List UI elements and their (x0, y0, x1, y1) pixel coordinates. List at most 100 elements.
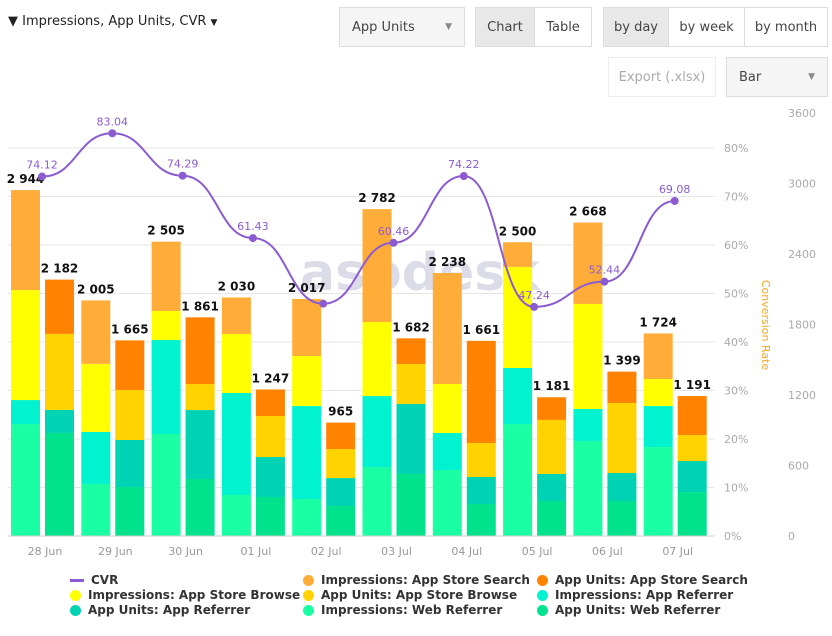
legend-item[interactable]: App Units: App Store Browse (303, 588, 517, 602)
bar-segment (362, 396, 392, 468)
bar-segment (503, 367, 533, 425)
bar-segment (466, 443, 496, 478)
bar-total-label: 2 030 (218, 279, 256, 293)
bar-total-label: 1 665 (111, 322, 149, 336)
x-axis-tick: 28 Jun (28, 545, 63, 558)
bar-segment (326, 449, 356, 479)
right-axis-tick: 1200 (788, 389, 816, 402)
bar-total-label: 965 (328, 405, 353, 419)
bar-segment (115, 389, 145, 441)
bar-segment (607, 371, 637, 403)
bar-segment (677, 461, 707, 493)
bar-segment (432, 273, 462, 384)
bar-segment (115, 340, 145, 390)
bar-segment (292, 299, 322, 356)
cvr-point (530, 302, 539, 311)
bar-segment (11, 400, 40, 425)
bar-segment (45, 333, 74, 410)
bar-total-label: 2 505 (147, 224, 185, 238)
bar-segment (643, 379, 673, 407)
bar-total-label: 1 682 (392, 320, 430, 334)
bar-segment (537, 397, 567, 420)
bar-segment (643, 447, 673, 536)
bar-segment (677, 492, 707, 536)
bar-segment (396, 338, 426, 364)
bar-segment (503, 266, 533, 368)
bar-segment (81, 300, 111, 364)
bar-segment (255, 416, 285, 458)
bar-total-label: 1 191 (673, 378, 711, 392)
bar-segment (537, 419, 567, 474)
right-axis-tick: 600 (788, 460, 809, 473)
bar-segment (151, 310, 181, 341)
cvr-label: 74.29 (167, 158, 199, 171)
bar-segment (151, 340, 181, 435)
legend-swatch (70, 578, 84, 582)
bar-total-label: 2 017 (288, 281, 326, 295)
bar-segment (11, 290, 40, 401)
x-axis-tick: 29 Jun (98, 545, 133, 558)
legend-swatch (537, 589, 548, 601)
bar-total-label: 1 861 (181, 299, 219, 313)
left-axis-tick: 40% (724, 336, 748, 349)
legend-label: Impressions: App Store Browse (88, 588, 301, 602)
bar-segment (81, 431, 111, 484)
legend-label: Impressions: App Referrer (555, 588, 734, 602)
cvr-label: 69.08 (659, 183, 691, 196)
bar-segment (81, 363, 111, 432)
bar-segment (326, 506, 356, 536)
y-axis-label: Conversion Rate (759, 280, 772, 371)
legend-item[interactable]: CVR (70, 573, 118, 587)
left-axis-tick: 70% (724, 191, 748, 204)
bar-total-label: 2 238 (429, 255, 467, 269)
legend-item[interactable]: Impressions: App Store Search (303, 573, 530, 587)
legend-swatch (303, 574, 314, 586)
bar-segment (221, 334, 251, 394)
cvr-point (38, 172, 46, 181)
bar-segment (185, 410, 215, 480)
legend-label: App Units: App Store Search (555, 573, 748, 587)
legend-label: CVR (91, 573, 119, 587)
bar-segment (466, 504, 496, 536)
legend-item[interactable]: Impressions: App Referrer (537, 588, 733, 602)
cvr-point (600, 277, 609, 286)
legend-label: App Units: App Store Browse (321, 588, 518, 602)
bar-segment (607, 473, 637, 501)
bar-segment (81, 483, 111, 536)
bar-segment (503, 424, 533, 536)
legend-label: Impressions: App Store Search (321, 573, 530, 587)
bar-segment (185, 384, 215, 411)
cvr-point (670, 196, 679, 205)
x-axis-tick: 04 Jul (451, 545, 482, 558)
bar-segment (255, 457, 285, 497)
legend-item[interactable]: App Units: App Store Search (537, 573, 748, 587)
x-axis-tick: 02 Jul (311, 545, 342, 558)
legend-label: App Units: Web Referrer (555, 603, 721, 617)
legend-item[interactable]: App Units: App Referrer (70, 603, 250, 617)
bar-segment (362, 467, 392, 536)
cvr-point (248, 234, 257, 243)
cvr-label: 83.04 (97, 115, 129, 128)
legend-swatch (537, 574, 548, 586)
legend-item[interactable]: Impressions: App Store Browse (70, 588, 300, 602)
legend-item[interactable]: Impressions: Web Referrer (303, 603, 502, 617)
bar-segment (185, 479, 215, 536)
bar-segment (362, 322, 392, 397)
cvr-label: 74.12 (26, 159, 58, 172)
bar-segment (573, 440, 603, 536)
bar-total-label: 1 661 (463, 323, 501, 337)
bar-total-label: 2 500 (499, 224, 537, 238)
bar-total-label: 2 182 (41, 262, 79, 276)
bar-total-label: 2 668 (569, 205, 607, 219)
legend-item[interactable]: App Units: Web Referrer (537, 603, 720, 617)
cvr-point (389, 238, 398, 247)
bar-segment (292, 498, 322, 536)
cvr-label: 60.46 (378, 225, 410, 238)
left-axis-tick: 20% (724, 433, 748, 446)
bar-total-label: 2 782 (358, 191, 396, 205)
cvr-point (178, 171, 187, 180)
bar-segment (115, 440, 145, 488)
cvr-label: 61.43 (237, 220, 269, 233)
bar-segment (643, 406, 673, 448)
bar-segment (255, 496, 285, 536)
